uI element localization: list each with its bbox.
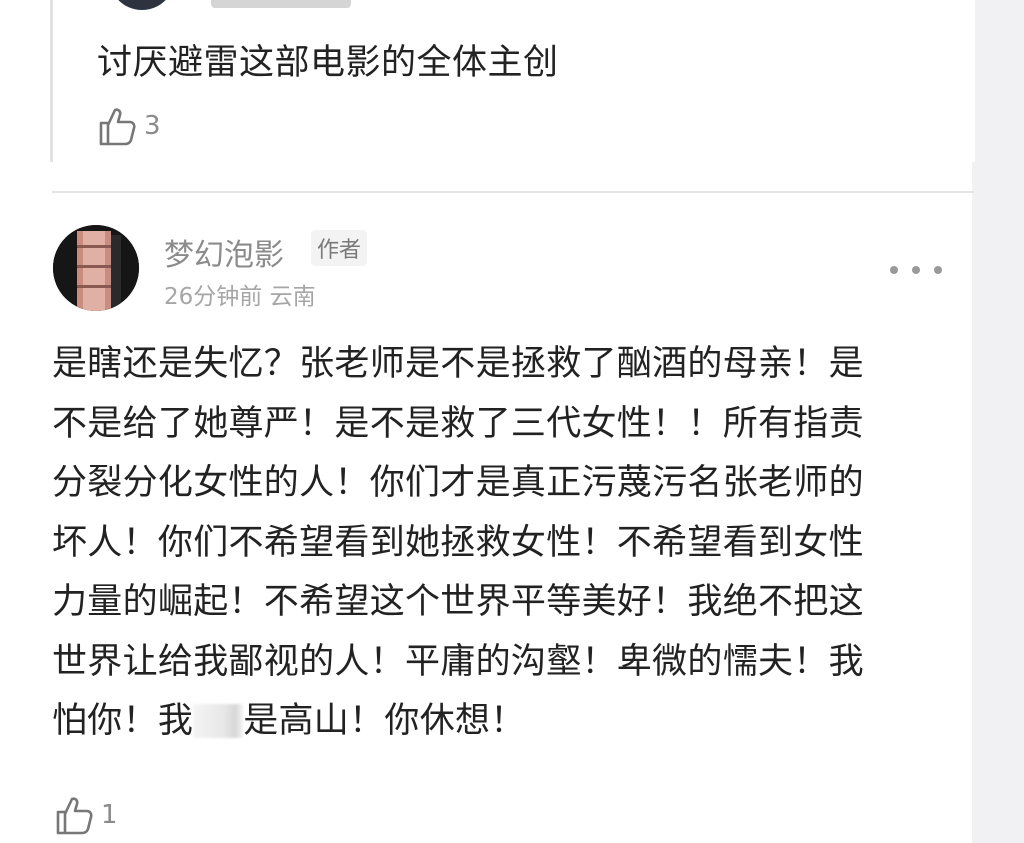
reply-like-count: 3 bbox=[144, 111, 161, 141]
reply-username bbox=[211, 0, 351, 8]
screen: 讨厌避雷这部电影的全体主创 3 梦幻泡影 作者 26分钟前 云南 是瞎还是失忆？… bbox=[0, 0, 1024, 843]
more-dots-icon bbox=[890, 266, 898, 274]
comment-like-count: 1 bbox=[101, 800, 118, 830]
reply-comment: 讨厌避雷这部电影的全体主创 3 bbox=[50, 0, 975, 162]
comment-meta: 26分钟前 云南 bbox=[164, 284, 316, 310]
comment-like-button[interactable]: 1 bbox=[55, 795, 118, 835]
avatar-image bbox=[53, 225, 139, 311]
comment-line: 不是给了她尊严！是不是救了三代女性！！所有指责 bbox=[52, 403, 864, 444]
right-gutter bbox=[972, 0, 1024, 843]
reply-text: 讨厌避雷这部电影的全体主创 bbox=[97, 43, 559, 83]
comment-separator bbox=[52, 191, 974, 193]
reply-like-button[interactable]: 3 bbox=[98, 106, 161, 146]
comment-line: 力量的崛起！不希望这个世界平等美好！我绝不把这 bbox=[52, 582, 864, 622]
comment-line: 是瞎还是失忆？张老师是不是拯救了酗酒的母亲！是 bbox=[52, 344, 864, 384]
comment-body: 是瞎还是失忆？张老师是不是拯救了酗酒的母亲！是 不是给了她尊严！是不是救了三代女… bbox=[52, 335, 952, 752]
thumbs-up-icon bbox=[56, 797, 93, 835]
comment-username[interactable]: 梦幻泡影 bbox=[164, 230, 284, 274]
reply-avatar[interactable] bbox=[109, 0, 175, 10]
avatar[interactable] bbox=[53, 225, 139, 311]
more-options-button[interactable] bbox=[890, 258, 942, 282]
comment-line: 分裂分化女性的人！你们才是真正污蔑污名张老师的 bbox=[52, 463, 864, 503]
comment-line: 坏人！你们不希望看到她拯救女性！不希望看到女性 bbox=[52, 522, 864, 563]
author-badge: 作者 bbox=[311, 230, 368, 266]
blurred-region bbox=[193, 704, 244, 738]
comment-line: 世界让给我鄙视的人！平庸的沟壑！卑微的懦夫！我 bbox=[52, 641, 864, 682]
comment-line: 怕你！我 是高山！你休想！ bbox=[52, 701, 526, 741]
thumbs-up-icon bbox=[99, 108, 136, 146]
